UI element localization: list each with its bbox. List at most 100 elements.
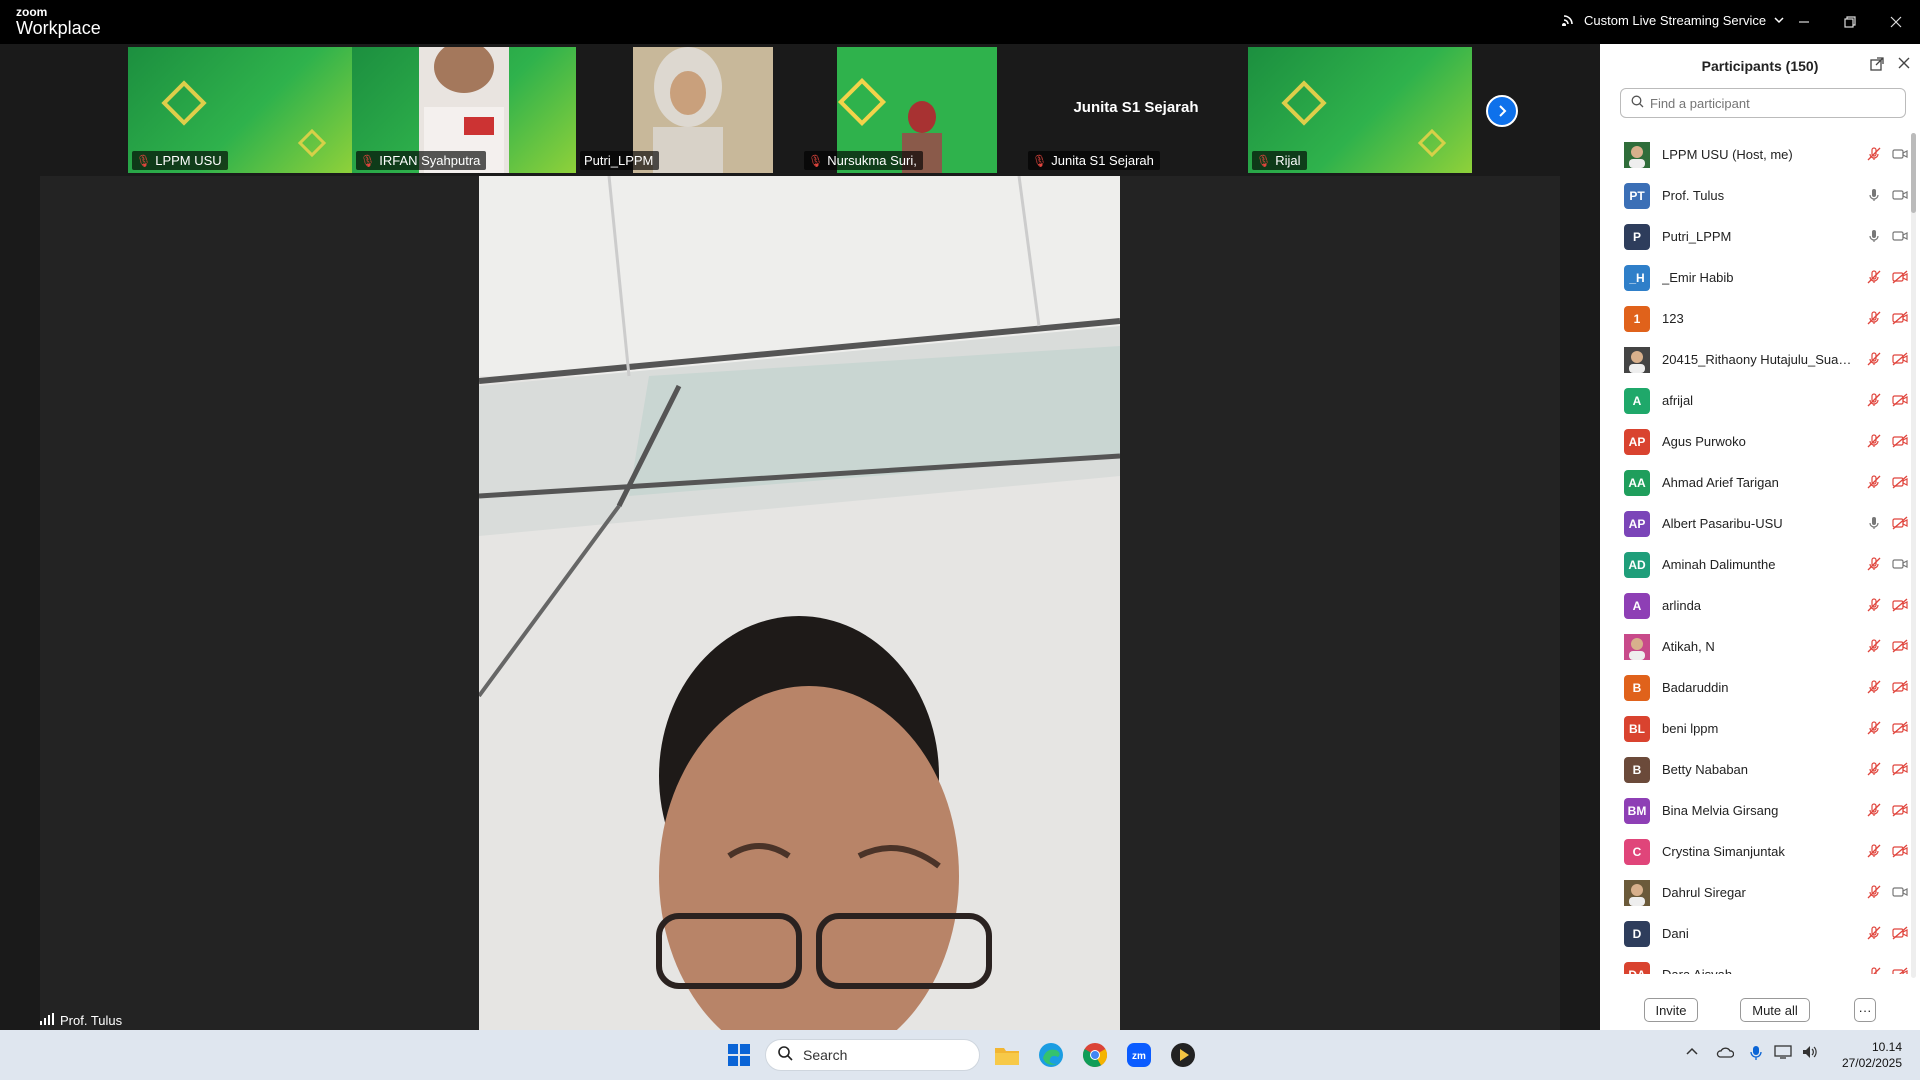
participant-row[interactable]: P Putri_LPPM [1600, 216, 1908, 257]
participant-row[interactable]: LPPM USU (Host, me) [1600, 134, 1908, 175]
media-player-icon[interactable] [1168, 1040, 1198, 1070]
volume-icon[interactable] [1802, 1045, 1818, 1062]
participant-row[interactable]: AD Aminah Dalimunthe [1600, 544, 1908, 585]
microphone-icon[interactable] [1866, 228, 1882, 249]
microphone-icon[interactable] [1866, 187, 1882, 208]
search-input[interactable] [1650, 95, 1890, 111]
participant-row[interactable]: 1 123 [1600, 298, 1908, 339]
participant-row[interactable]: 20415_Rithaony Hutajulu_Suara... [1600, 339, 1908, 380]
participant-row[interactable]: PT Prof. Tulus [1600, 175, 1908, 216]
participant-row[interactable]: C Crystina Simanjuntak [1600, 831, 1908, 872]
microphone-muted-icon[interactable] [1866, 269, 1882, 290]
video-tile[interactable]: 🎙︎ Rijal [1248, 47, 1472, 173]
participant-status-icons [1866, 146, 1908, 167]
microphone-muted-icon[interactable] [1866, 474, 1882, 495]
camera-off-icon[interactable] [1892, 597, 1908, 618]
microphone-muted-icon[interactable] [1866, 310, 1882, 331]
microphone-muted-icon[interactable] [1866, 433, 1882, 454]
participant-row[interactable]: B Badaruddin [1600, 667, 1908, 708]
microphone-muted-icon[interactable] [1866, 925, 1882, 946]
scroll-thumb[interactable] [1911, 133, 1916, 213]
camera-icon[interactable] [1892, 146, 1908, 167]
camera-off-icon[interactable] [1892, 925, 1908, 946]
close-window-button[interactable] [1884, 10, 1908, 34]
camera-icon[interactable] [1892, 228, 1908, 249]
chrome-browser-icon[interactable] [1080, 1040, 1110, 1070]
video-tile[interactable]: Putri_LPPM [576, 47, 800, 173]
participant-search[interactable] [1620, 88, 1906, 118]
participant-row[interactable]: D Dani [1600, 913, 1908, 954]
camera-off-icon[interactable] [1892, 392, 1908, 413]
microphone-icon[interactable] [1866, 515, 1882, 536]
camera-off-icon[interactable] [1892, 761, 1908, 782]
microphone-muted-icon[interactable] [1866, 802, 1882, 823]
participant-row[interactable]: Atikah, N [1600, 626, 1908, 667]
participant-row[interactable]: B Betty Nababan [1600, 749, 1908, 790]
speaker-video-frame [479, 176, 1120, 1030]
windows-start-button[interactable] [724, 1040, 754, 1070]
file-explorer-icon[interactable] [992, 1040, 1022, 1070]
onedrive-icon[interactable] [1716, 1045, 1735, 1061]
chevron-up-icon[interactable] [1686, 1045, 1698, 1061]
microphone-muted-icon[interactable] [1866, 761, 1882, 782]
camera-icon[interactable] [1892, 187, 1908, 208]
camera-off-icon[interactable] [1892, 843, 1908, 864]
network-icon[interactable] [1774, 1045, 1792, 1062]
camera-off-icon[interactable] [1892, 966, 1908, 974]
live-streaming-menu[interactable]: Custom Live Streaming Service [1562, 12, 1784, 29]
mute-all-button[interactable]: Mute all [1740, 998, 1810, 1022]
video-tile[interactable]: 🎙︎ IRFAN Syahputra [352, 47, 576, 173]
microphone-muted-icon[interactable] [1866, 556, 1882, 577]
microphone-muted-icon[interactable] [1866, 966, 1882, 974]
system-clock[interactable]: 10.14 27/02/2025 [1842, 1039, 1902, 1071]
microphone-muted-icon[interactable] [1866, 884, 1882, 905]
microphone-muted-icon[interactable] [1866, 597, 1882, 618]
camera-off-icon[interactable] [1892, 720, 1908, 741]
participant-row[interactable]: BM Bina Melvia Girsang [1600, 790, 1908, 831]
avatar [1624, 879, 1650, 906]
participant-row[interactable]: _H _Emir Habib [1600, 257, 1908, 298]
microphone-muted-icon[interactable] [1866, 843, 1882, 864]
participant-row[interactable]: BL beni lppm [1600, 708, 1908, 749]
minimize-button[interactable] [1792, 10, 1816, 34]
video-tile[interactable]: Junita S1 Sejarah 🎙︎ Junita S1 Sejarah [1024, 47, 1248, 173]
next-page-button[interactable] [1486, 95, 1518, 127]
restore-button[interactable] [1838, 10, 1862, 34]
camera-off-icon[interactable] [1892, 515, 1908, 536]
close-panel-icon[interactable] [1898, 56, 1910, 74]
taskbar-search[interactable]: Search [765, 1039, 980, 1071]
microphone-muted-icon[interactable] [1866, 146, 1882, 167]
microphone-muted-icon[interactable] [1866, 392, 1882, 413]
tile-name-label: Junita S1 Sejarah [1051, 153, 1154, 168]
camera-icon[interactable] [1892, 556, 1908, 577]
camera-off-icon[interactable] [1892, 474, 1908, 495]
pop-out-icon[interactable] [1870, 57, 1884, 75]
more-options-button[interactable]: ··· [1854, 998, 1876, 1022]
participant-row[interactable]: Aarlinda [1600, 585, 1908, 626]
camera-off-icon[interactable] [1892, 351, 1908, 372]
participant-row[interactable]: DA Dara Aisyah [1600, 954, 1908, 974]
participant-row[interactable]: Dahrul Siregar [1600, 872, 1908, 913]
microphone-muted-icon[interactable] [1866, 638, 1882, 659]
microphone-muted-icon[interactable] [1866, 351, 1882, 372]
camera-off-icon[interactable] [1892, 679, 1908, 700]
camera-icon[interactable] [1892, 884, 1908, 905]
camera-off-icon[interactable] [1892, 433, 1908, 454]
video-tile[interactable]: 🎙︎ Nursukma Suri, [800, 47, 1024, 173]
camera-off-icon[interactable] [1892, 638, 1908, 659]
microphone-icon[interactable] [1750, 1045, 1762, 1064]
microphone-muted-icon[interactable] [1866, 720, 1882, 741]
zoom-app-icon[interactable]: zm [1124, 1040, 1154, 1070]
participant-row[interactable]: AP Agus Purwoko [1600, 421, 1908, 462]
camera-off-icon[interactable] [1892, 310, 1908, 331]
camera-off-icon[interactable] [1892, 269, 1908, 290]
invite-button[interactable]: Invite [1644, 998, 1698, 1022]
participant-row[interactable]: Aafrijal [1600, 380, 1908, 421]
video-tile[interactable]: 🎙︎ LPPM USU [128, 47, 352, 173]
participant-row[interactable]: AP Albert Pasaribu-USU [1600, 503, 1908, 544]
participant-scrollbar[interactable] [1911, 133, 1916, 978]
edge-browser-icon[interactable] [1036, 1040, 1066, 1070]
participant-row[interactable]: AA Ahmad Arief Tarigan [1600, 462, 1908, 503]
camera-off-icon[interactable] [1892, 802, 1908, 823]
microphone-muted-icon[interactable] [1866, 679, 1882, 700]
